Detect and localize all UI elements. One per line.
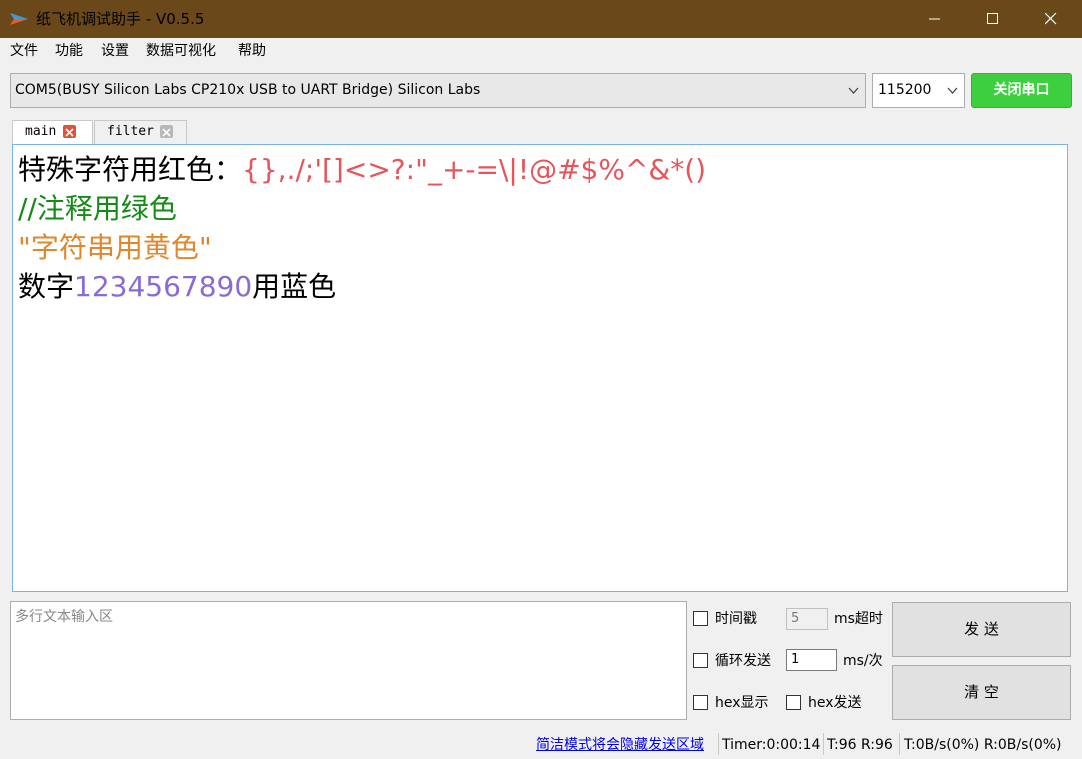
tab-main-label: main [25, 124, 57, 139]
menu-function[interactable]: 功能 [55, 43, 83, 60]
close-window-button[interactable] [1022, 0, 1080, 38]
tab-filter[interactable]: filter [94, 120, 187, 144]
tx-rx-counts: T:96 R:96 [827, 737, 893, 753]
special-chars-sample: {},./;'[]<>?:"_+-=\|!@#$%^&*() [242, 153, 707, 186]
output-line-4: 数字1234567890用蓝色 [18, 269, 336, 305]
window-title: 纸飞机调试助手 - V0.5.5 [36, 10, 205, 28]
output-line-1: 特殊字符用红色：{},./;'[]<>?:"_+-=\|!@#$%^&*() [18, 152, 706, 188]
status-divider [899, 733, 900, 755]
status-divider [718, 733, 719, 755]
interval-unit: ms/次 [843, 653, 883, 669]
loop-send-checkbox[interactable] [693, 653, 708, 668]
status-divider [823, 733, 824, 755]
interval-field[interactable]: 1 [786, 649, 837, 671]
receive-text-area[interactable]: 特殊字符用红色：{},./;'[]<>?:"_+-=\|!@#$%^&*() /… [12, 144, 1068, 592]
port-select[interactable]: COM5(BUSY Silicon Labs CP210x USB to UAR… [10, 73, 866, 108]
chevron-down-icon [947, 87, 958, 94]
number-suffix: 用蓝色 [252, 270, 337, 303]
tab-main[interactable]: main [12, 120, 93, 144]
string-line: "字符串用黄色" [18, 231, 212, 264]
timeout-unit: ms超时 [834, 611, 883, 627]
loop-send-label: 循环发送 [715, 653, 771, 669]
port-select-value: COM5(BUSY Silicon Labs CP210x USB to UAR… [15, 82, 481, 98]
tx-rx-rates: T:0B/s(0%) R:0B/s(0%) [904, 737, 1062, 753]
send-input-placeholder: 多行文本输入区 [15, 609, 113, 625]
special-chars-prefix: 特殊字符用红色： [18, 153, 243, 186]
timestamp-checkbox[interactable] [693, 611, 708, 626]
menu-file[interactable]: 文件 [10, 43, 38, 60]
clear-button[interactable]: 清 空 [892, 665, 1071, 720]
number-prefix: 数字 [18, 270, 75, 303]
hex-send-label: hex发送 [808, 695, 862, 711]
menu-help[interactable]: 帮助 [238, 43, 266, 60]
hex-display-label: hex显示 [715, 695, 769, 711]
send-input[interactable]: 多行文本输入区 [10, 601, 687, 720]
baud-rate-select[interactable]: 115200 [872, 73, 965, 108]
menu-settings[interactable]: 设置 [101, 43, 129, 60]
close-icon [1045, 13, 1057, 25]
minimize-button[interactable] [906, 0, 964, 38]
comment-line: //注释用绿色 [18, 192, 177, 225]
hex-send-checkbox[interactable] [786, 695, 801, 710]
tab-main-close-icon[interactable] [63, 125, 76, 138]
send-button[interactable]: 发 送 [892, 602, 1071, 657]
baud-rate-value: 115200 [878, 82, 932, 98]
tab-filter-label: filter [107, 124, 154, 139]
maximize-button[interactable] [964, 0, 1022, 38]
tab-filter-close-icon[interactable] [160, 125, 173, 138]
chevron-down-icon [848, 87, 859, 94]
timeout-field[interactable]: 5 [786, 608, 828, 630]
number-sample: 1234567890 [74, 270, 253, 303]
hex-display-checkbox[interactable] [693, 695, 708, 710]
menu-data-visualization[interactable]: 数据可视化 [146, 43, 216, 60]
maximize-icon [987, 13, 998, 24]
timestamp-label: 时间戳 [715, 611, 757, 627]
close-port-button[interactable]: 关闭串口 [971, 73, 1072, 108]
paper-plane-icon [10, 11, 28, 27]
simple-mode-link[interactable]: 简洁模式将会隐藏发送区域 [536, 736, 704, 754]
minimize-icon [929, 18, 940, 20]
timer-readout: Timer:0:00:14 [722, 737, 821, 753]
